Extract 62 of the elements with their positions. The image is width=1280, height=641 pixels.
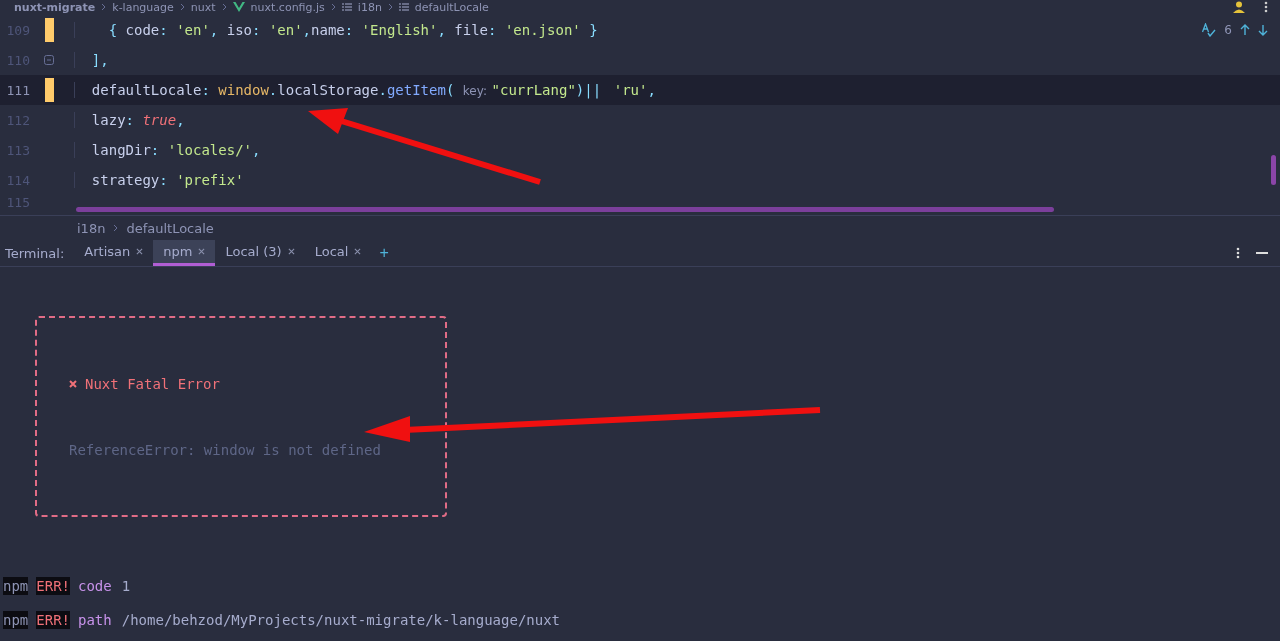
terminal-label: Terminal:	[4, 244, 66, 263]
chevron-icon	[101, 3, 107, 11]
close-icon[interactable]	[287, 248, 295, 255]
minimize-icon[interactable]	[1256, 251, 1268, 255]
list-icon	[341, 3, 352, 11]
close-icon[interactable]	[198, 248, 206, 255]
terminal-tab[interactable]: Local (3)	[215, 240, 305, 266]
chevron-icon	[387, 3, 393, 11]
error-title: Nuxt Fatal Error	[85, 376, 220, 392]
breadcrumb-item[interactable]: defaultLocale	[414, 0, 489, 14]
breadcrumb-item[interactable]: k-language	[112, 0, 174, 14]
more-icon[interactable]	[1236, 247, 1240, 259]
list-icon	[398, 3, 409, 11]
spellcheck-icon[interactable]	[1202, 23, 1217, 37]
person-icon[interactable]	[1232, 1, 1246, 13]
code-line: ],	[74, 52, 109, 68]
chevron-icon	[113, 224, 119, 232]
structure-path-item[interactable]: defaultLocale	[126, 220, 214, 236]
line-number: 114	[5, 172, 30, 188]
close-icon[interactable]	[354, 248, 362, 255]
breadcrumb-item[interactable]: nuxt-migrate	[14, 0, 96, 14]
vue-file-icon	[232, 2, 245, 12]
cross-icon	[69, 380, 77, 388]
terminal-tab[interactable]: Local	[304, 240, 372, 266]
log-key: path	[78, 611, 112, 628]
log-prefix: npm	[3, 576, 29, 595]
log-level: ERR!	[36, 610, 70, 629]
terminal-tab[interactable]: Artisan	[74, 240, 154, 266]
breadcrumb-item[interactable]: nuxt.config.js	[250, 0, 325, 14]
log-value: /home/behzod/MyProjects/nuxt-migrate/k-language/nuxt	[121, 611, 561, 628]
code-line: defaultLocale: window.localStorage.getItem( key: "currLang")|| 'ru',	[74, 82, 656, 98]
new-tab-button[interactable]: +	[371, 240, 397, 266]
chevron-icon	[221, 3, 227, 11]
inspection-count: 6	[1224, 23, 1232, 37]
line-number: 110	[5, 52, 30, 68]
arrow-down-icon[interactable]	[1258, 24, 1268, 36]
log-level: ERR!	[36, 576, 70, 595]
breadcrumb-item[interactable]: i18n	[357, 0, 382, 14]
error-message: ReferenceError: window is not defined	[69, 442, 382, 458]
structure-path-item[interactable]: i18n	[77, 220, 106, 236]
log-prefix: npm	[3, 610, 29, 629]
chevron-icon	[179, 3, 185, 11]
code-line: strategy: 'prefix'	[74, 172, 244, 188]
log-value: 1	[121, 577, 131, 594]
code-line: lazy: true,	[74, 112, 185, 128]
breadcrumb-item[interactable]: nuxt	[190, 0, 216, 14]
code-line: langDir: 'locales/',	[74, 142, 261, 158]
log-key: code	[78, 577, 112, 594]
scrollbar-thumb[interactable]	[76, 207, 1054, 212]
terminal-tab[interactable]: npm	[153, 240, 216, 266]
line-number: 115	[5, 195, 30, 210]
line-number: 111	[5, 82, 30, 98]
line-number: 112	[5, 112, 30, 128]
chevron-icon	[330, 3, 336, 11]
scrollbar-thumb[interactable]	[1271, 155, 1276, 185]
fold-icon[interactable]	[44, 55, 54, 65]
line-number: 113	[5, 142, 30, 158]
more-icon[interactable]	[1264, 1, 1268, 13]
arrow-up-icon[interactable]	[1240, 24, 1250, 36]
line-number: 109	[5, 22, 30, 38]
close-icon[interactable]	[136, 248, 144, 255]
code-line: { code: 'en', iso: 'en',name: 'English', file: 'en.json' }	[74, 22, 598, 38]
